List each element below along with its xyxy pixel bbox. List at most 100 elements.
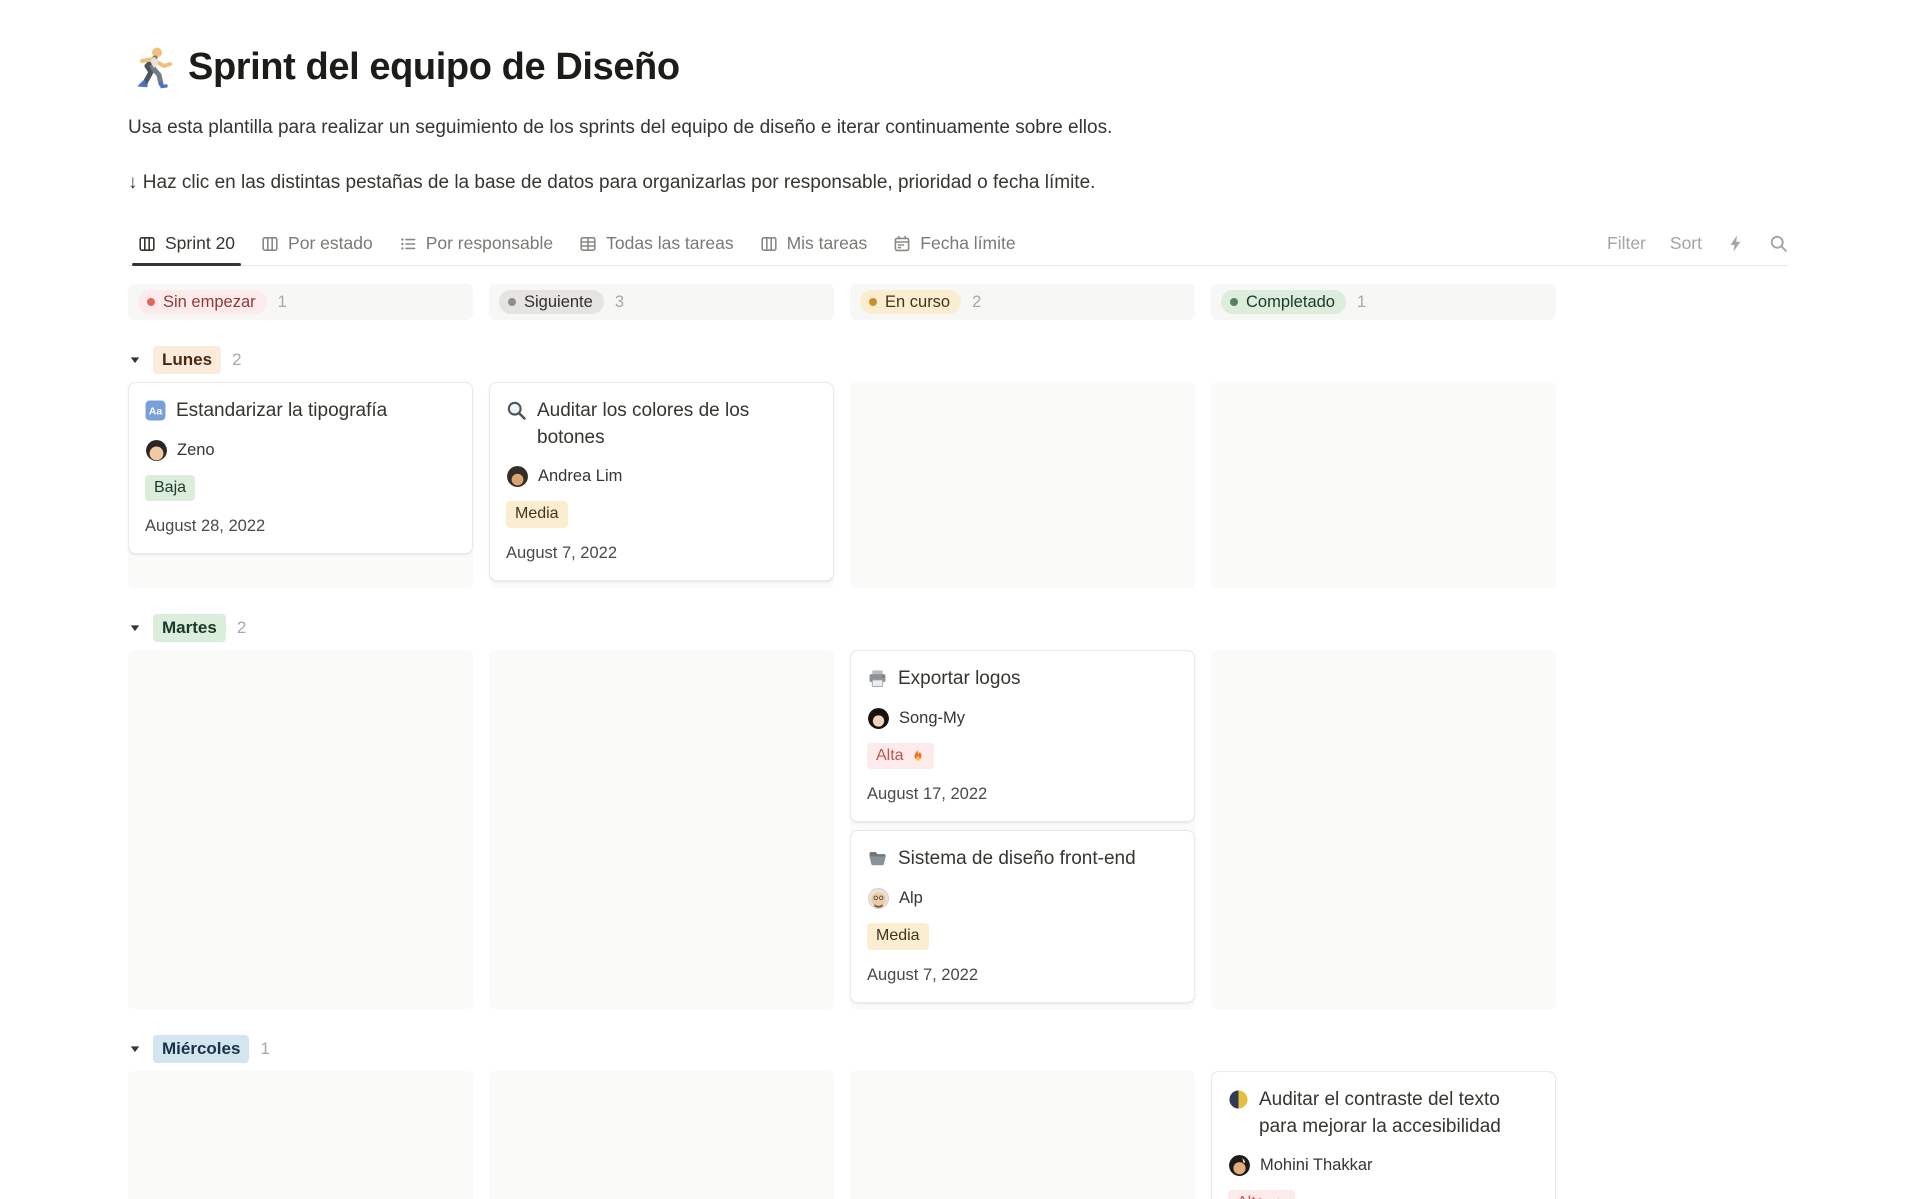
tab-por-responsable[interactable]: Por responsable bbox=[389, 225, 563, 265]
priority-label: Alta bbox=[876, 746, 904, 767]
group-count: 1 bbox=[260, 1039, 269, 1059]
column-headers: Sin empezar 1 Siguiente 3 En curso 2 Com… bbox=[128, 284, 1556, 320]
board-cell: Exportar logos Song-My Alta bbox=[850, 650, 1195, 1009]
assignee-name: Zeno bbox=[177, 441, 215, 460]
list-icon bbox=[399, 235, 417, 253]
group-band-martes: Exportar logos Song-My Alta bbox=[128, 650, 1556, 1009]
folder-icon bbox=[867, 848, 888, 869]
status-badge: Sin empezar bbox=[138, 290, 267, 315]
due-date: August 7, 2022 bbox=[506, 544, 817, 563]
column-header-completado[interactable]: Completado 1 bbox=[1211, 284, 1556, 320]
fire-icon bbox=[909, 748, 925, 764]
page-hint: ↓ Haz clic en las distintas pestañas de … bbox=[128, 169, 1920, 198]
runner-icon bbox=[128, 44, 174, 90]
empty-column-area bbox=[1211, 650, 1556, 1009]
database-toolbar: Sprint 20 Por estado Por responsable Tod… bbox=[128, 225, 1788, 266]
status-dot-icon bbox=[1230, 298, 1238, 306]
tab-por-estado[interactable]: Por estado bbox=[251, 225, 383, 265]
assignee-name: Andrea Lim bbox=[538, 467, 622, 486]
search-icon[interactable] bbox=[1769, 234, 1788, 253]
task-card[interactable]: Auditar el contraste del texto para mejo… bbox=[1211, 1071, 1556, 1199]
sort-button[interactable]: Sort bbox=[1670, 233, 1702, 254]
avatar bbox=[868, 708, 889, 729]
tab-todas-las-tareas[interactable]: Todas las tareas bbox=[569, 225, 743, 265]
task-card[interactable]: Sistema de diseño front-end Alp Media Au… bbox=[850, 830, 1195, 1002]
magnifier-icon bbox=[506, 400, 527, 421]
avatar bbox=[1229, 1155, 1250, 1176]
assignee-name: Song-My bbox=[899, 709, 965, 728]
card-title: Exportar logos bbox=[898, 666, 1021, 693]
typography-icon: Aa bbox=[145, 400, 166, 421]
tab-label: Todas las tareas bbox=[606, 233, 733, 254]
group-count: 2 bbox=[237, 618, 246, 638]
group-header-lunes[interactable]: Lunes 2 bbox=[128, 344, 1556, 376]
status-badge: En curso bbox=[860, 290, 961, 315]
page-description: Usa esta plantilla para realizar un segu… bbox=[128, 114, 1920, 143]
status-dot-icon bbox=[147, 298, 155, 306]
assignee-name: Mohini Thakkar bbox=[1260, 1156, 1373, 1175]
status-label: En curso bbox=[885, 294, 950, 311]
card-title: Auditar los colores de los botones bbox=[537, 398, 817, 451]
fire-icon bbox=[1270, 1196, 1286, 1199]
avatar bbox=[868, 888, 889, 909]
status-label: Siguiente bbox=[524, 294, 593, 311]
tab-label: Mis tareas bbox=[787, 233, 868, 254]
tab-mis-tareas[interactable]: Mis tareas bbox=[750, 225, 878, 265]
tab-fecha-limite[interactable]: Fecha límite bbox=[883, 225, 1025, 265]
toolbar-actions: Filter Sort bbox=[1607, 233, 1788, 265]
group-label: Miércoles bbox=[153, 1035, 249, 1062]
group-label: Martes bbox=[153, 614, 226, 641]
group-label: Lunes bbox=[153, 346, 221, 373]
printer-icon bbox=[867, 668, 888, 689]
task-card[interactable]: Aa Estandarizar la tipografía Zeno Baja … bbox=[128, 382, 473, 554]
group-header-miercoles[interactable]: Miércoles 1 bbox=[128, 1033, 1556, 1065]
due-date: August 28, 2022 bbox=[145, 517, 456, 536]
avatar bbox=[146, 440, 167, 461]
status-dot-icon bbox=[869, 298, 877, 306]
column-header-en-curso[interactable]: En curso 2 bbox=[850, 284, 1195, 320]
status-label: Completado bbox=[1246, 294, 1335, 311]
card-title: Estandarizar la tipografía bbox=[176, 398, 387, 425]
column-header-sin-empezar[interactable]: Sin empezar 1 bbox=[128, 284, 473, 320]
board-icon bbox=[261, 235, 279, 253]
chevron-down-icon[interactable] bbox=[128, 353, 142, 367]
lightning-icon[interactable] bbox=[1726, 234, 1745, 253]
card-title: Sistema de diseño front-end bbox=[898, 846, 1136, 873]
filter-button[interactable]: Filter bbox=[1607, 233, 1646, 254]
sprint-board-page: Sprint del equipo de Diseño Usa esta pla… bbox=[0, 44, 1920, 1199]
empty-column-area bbox=[489, 650, 834, 1009]
assignee-name: Alp bbox=[899, 889, 923, 908]
empty-column-area bbox=[128, 1071, 473, 1199]
column-header-siguiente[interactable]: Siguiente 3 bbox=[489, 284, 834, 320]
task-card[interactable]: Exportar logos Song-My Alta bbox=[850, 650, 1195, 822]
card-title: Auditar el contraste del texto para mejo… bbox=[1259, 1087, 1539, 1140]
svg-text:Aa: Aa bbox=[149, 405, 163, 417]
priority-badge: Alta bbox=[1228, 1190, 1295, 1199]
kanban-board: Sin empezar 1 Siguiente 3 En curso 2 Com… bbox=[128, 284, 1556, 1199]
empty-column-area bbox=[128, 650, 473, 1009]
status-badge: Completado bbox=[1221, 290, 1346, 315]
chevron-down-icon[interactable] bbox=[128, 1042, 142, 1056]
due-date: August 17, 2022 bbox=[867, 785, 1178, 804]
status-badge: Siguiente bbox=[499, 290, 604, 315]
column-count: 1 bbox=[278, 293, 287, 312]
status-dot-icon bbox=[508, 298, 516, 306]
task-card[interactable]: Auditar los colores de los botones Andre… bbox=[489, 382, 834, 581]
board-icon bbox=[760, 235, 778, 253]
priority-badge: Alta bbox=[867, 743, 934, 770]
priority-badge: Media bbox=[867, 923, 929, 950]
tab-label: Fecha límite bbox=[920, 233, 1015, 254]
column-count: 1 bbox=[1357, 293, 1366, 312]
priority-badge: Baja bbox=[145, 475, 195, 502]
chevron-down-icon[interactable] bbox=[128, 621, 142, 635]
column-count: 3 bbox=[615, 293, 624, 312]
view-tabs: Sprint 20 Por estado Por responsable Tod… bbox=[128, 225, 1026, 265]
group-band-lunes: Aa Estandarizar la tipografía Zeno Baja … bbox=[128, 382, 1556, 588]
group-band-miercoles: Auditar el contraste del texto para mejo… bbox=[128, 1071, 1556, 1199]
column-count: 2 bbox=[972, 293, 981, 312]
calendar-icon bbox=[893, 235, 911, 253]
tab-label: Por responsable bbox=[426, 233, 553, 254]
group-header-martes[interactable]: Martes 2 bbox=[128, 612, 1556, 644]
tab-sprint-20[interactable]: Sprint 20 bbox=[128, 225, 245, 265]
priority-label: Alta bbox=[1237, 1193, 1265, 1199]
